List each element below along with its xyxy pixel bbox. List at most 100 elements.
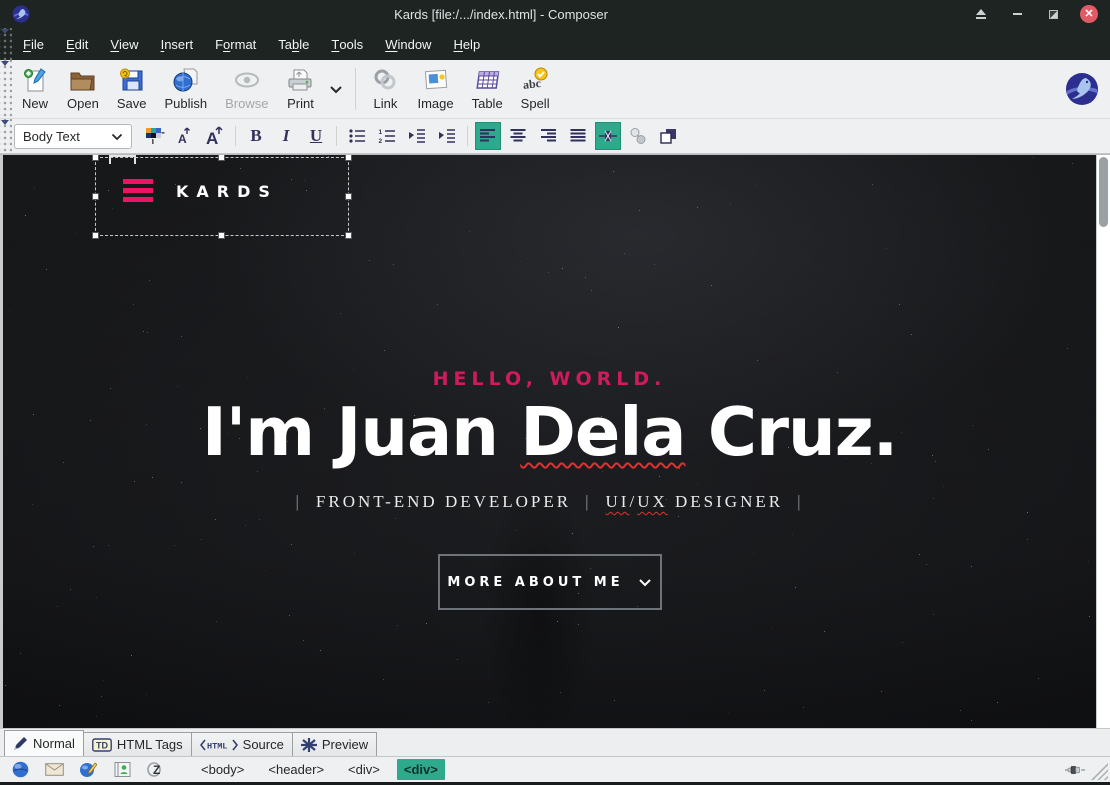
selection-handle-middle-left[interactable] <box>92 193 99 200</box>
mail-icon[interactable] <box>44 760 64 780</box>
hero-heading[interactable]: I'm Juan Dela Cruz. <box>3 393 1096 471</box>
seamonkey-logo[interactable] <box>1064 60 1100 118</box>
decrease-font-size-button[interactable]: A <box>172 122 198 150</box>
tab-preview[interactable]: Preview <box>292 732 377 756</box>
menu-insert[interactable]: Insert <box>150 28 205 60</box>
link-button[interactable]: Link <box>362 60 408 118</box>
table-button[interactable]: Table <box>463 60 512 118</box>
publish-button[interactable]: Publish <box>155 60 216 118</box>
html-source-icon: HTML <box>200 739 238 751</box>
scrollbar-thumb[interactable] <box>1099 157 1108 227</box>
align-left-button[interactable] <box>475 122 501 150</box>
more-about-me-button[interactable]: MORE ABOUT ME <box>438 554 662 610</box>
text-color-swatch-button[interactable] <box>142 122 168 150</box>
selection-handle-top-right[interactable] <box>345 155 352 161</box>
menu-window[interactable]: Window <box>374 28 442 60</box>
menu-file[interactable]: File <box>12 28 55 60</box>
browse-button[interactable]: Browse <box>216 60 277 118</box>
main-toolbar: New Open Save <box>0 60 1110 119</box>
shade-button[interactable] <box>972 5 990 23</box>
align-left-icon <box>479 128 497 144</box>
format-toolbar-grippy[interactable] <box>0 119 12 153</box>
hamburger-menu-icon[interactable] <box>123 179 153 206</box>
plug-icon[interactable] <box>1065 760 1085 780</box>
selection-handle-middle-right[interactable] <box>345 193 352 200</box>
selection-handle-bottom-left[interactable] <box>92 232 99 239</box>
indent-button[interactable] <box>434 122 460 150</box>
chatzilla-icon[interactable]: Z <box>146 760 166 780</box>
breadcrumb-div-active[interactable]: <div> <box>397 759 445 780</box>
format-toolbar: Body Text A A B <box>0 119 1110 154</box>
numbered-list-button[interactable]: 1 2 <box>374 122 400 150</box>
tab-normal[interactable]: Normal <box>4 730 84 756</box>
increase-font-size-button[interactable]: A <box>202 122 228 150</box>
composer-icon[interactable] <box>78 760 98 780</box>
tab-source[interactable]: HTML Source <box>191 732 293 756</box>
menubar: File Edit View Insert Format Table Tools… <box>0 28 1110 60</box>
image-button[interactable]: Image <box>408 60 462 118</box>
bold-button[interactable]: B <box>243 122 269 150</box>
greeting-text[interactable]: HELLO, WORLD. <box>3 368 1096 390</box>
maximize-button[interactable] <box>1044 5 1062 23</box>
selection-handle-top-middle[interactable] <box>218 155 225 161</box>
window-resize-grip[interactable] <box>1091 763 1108 780</box>
breadcrumb-div[interactable]: <div> <box>341 759 387 780</box>
italic-button[interactable]: I <box>273 122 299 150</box>
align-center-icon <box>509 128 527 144</box>
selection-handle-bottom-right[interactable] <box>345 232 352 239</box>
paragraph-style-select[interactable]: Body Text <box>14 124 132 149</box>
image-photo-icon <box>422 67 450 94</box>
vertical-scrollbar[interactable] <box>1096 155 1110 728</box>
menu-tools[interactable]: Tools <box>320 28 374 60</box>
window-title: Kards [file:/.../index.html] - Composer <box>30 7 972 22</box>
layer-button[interactable] <box>655 122 681 150</box>
navigator-icon[interactable] <box>10 760 30 780</box>
site-logo-text[interactable]: KARDS <box>176 182 278 201</box>
misspelled-word: UI <box>606 492 630 511</box>
absolute-position-button[interactable] <box>595 122 621 150</box>
ungroup-button[interactable] <box>625 122 651 150</box>
format-separator <box>235 126 236 146</box>
menu-format[interactable]: Format <box>204 28 267 60</box>
print-button[interactable]: Print <box>277 60 323 118</box>
align-right-button[interactable] <box>535 122 561 150</box>
align-center-button[interactable] <box>505 122 531 150</box>
editor-canvas-wrap: KARDS HELLO, WORLD. I'm Juan Dela Cruz. … <box>0 154 1110 728</box>
breadcrumb-body[interactable]: <body> <box>194 759 251 780</box>
editor-canvas[interactable]: KARDS HELLO, WORLD. I'm Juan Dela Cruz. … <box>0 155 1096 728</box>
table-grid-icon <box>473 67 501 94</box>
format-separator <box>467 126 468 146</box>
bulleted-list-button[interactable] <box>344 122 370 150</box>
justify-button[interactable] <box>565 122 591 150</box>
selected-header-div[interactable]: KARDS <box>95 157 349 236</box>
address-book-icon[interactable] <box>112 760 132 780</box>
selection-handle-bottom-middle[interactable] <box>218 232 225 239</box>
toolbar-overflow-button[interactable] <box>323 60 349 118</box>
menu-table[interactable]: Table <box>267 28 320 60</box>
breadcrumb-header[interactable]: <header> <box>261 759 331 780</box>
menubar-grippy[interactable] <box>0 28 12 60</box>
menu-help[interactable]: Help <box>442 28 491 60</box>
composer-window: Kards [file:/.../index.html] - Composer … <box>0 0 1110 785</box>
edit-mode-tabs: Normal TD HTML Tags HTML Source Preview <box>0 728 1110 756</box>
outdent-icon <box>408 128 426 144</box>
pen-icon <box>13 736 28 751</box>
menu-edit[interactable]: Edit <box>55 28 99 60</box>
close-button[interactable]: ✕ <box>1080 5 1098 23</box>
minimize-button[interactable] <box>1008 5 1026 23</box>
selection-handle-top-left[interactable] <box>92 155 99 161</box>
save-button[interactable]: Save <box>108 60 156 118</box>
tab-html-tags[interactable]: TD HTML Tags <box>83 732 192 756</box>
text-color-swatch-icon <box>145 127 165 145</box>
underline-button[interactable]: U <box>303 122 329 150</box>
open-button[interactable]: Open <box>58 60 108 118</box>
svg-text:TD: TD <box>96 740 108 750</box>
menu-view[interactable]: View <box>99 28 149 60</box>
spell-button[interactable]: abc Spell <box>512 60 559 118</box>
main-toolbar-grippy[interactable] <box>0 60 12 118</box>
misspelled-word: Dela <box>520 393 685 471</box>
align-right-icon <box>539 128 557 144</box>
new-button[interactable]: New <box>12 60 58 118</box>
hero-subtitle[interactable]: |FRONT-END DEVELOPER|UI/UX DESIGNER| <box>3 492 1096 512</box>
outdent-button[interactable] <box>404 122 430 150</box>
